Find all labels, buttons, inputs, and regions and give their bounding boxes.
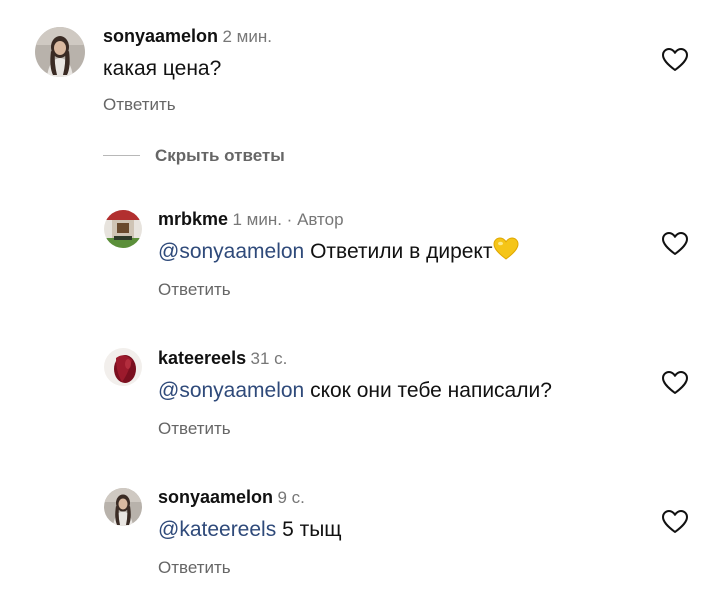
- hide-replies-button[interactable]: Скрыть ответы: [155, 145, 285, 167]
- avatar-image: [104, 348, 142, 386]
- comment-text: @sonyaamelon Ответили в директ: [158, 237, 519, 269]
- avatar-image: [104, 210, 142, 248]
- comment-text: @kateereels 5 тыщ: [158, 516, 342, 544]
- heart-icon[interactable]: [662, 510, 688, 534]
- heart-icon[interactable]: [662, 232, 688, 256]
- username[interactable]: kateereels: [158, 348, 246, 368]
- yellow-heart-emoji-icon: [493, 237, 519, 269]
- heart-icon[interactable]: [662, 371, 688, 395]
- username[interactable]: mrbkme: [158, 209, 228, 229]
- timestamp: 2 мин.: [222, 27, 272, 46]
- reply-button[interactable]: Ответить: [103, 94, 176, 116]
- avatar[interactable]: [104, 348, 142, 386]
- comment-header: sonyaamelon 9 с.: [158, 486, 305, 510]
- username[interactable]: sonyaamelon: [103, 26, 218, 46]
- mention-link[interactable]: @kateereels: [158, 518, 276, 541]
- reply-button[interactable]: Ответить: [158, 418, 231, 440]
- comment-body: скок они тебе написали?: [310, 379, 552, 402]
- avatar[interactable]: [35, 27, 85, 77]
- comment-header: mrbkme 1 мин. · Автор: [158, 208, 344, 232]
- comment-header: sonyaamelon 2 мин.: [103, 25, 272, 49]
- heart-icon[interactable]: [662, 48, 688, 72]
- comment-text: @sonyaamelon скок они тебе написали?: [158, 377, 552, 405]
- comment-body: какая цена?: [103, 57, 222, 80]
- timestamp: 9 с.: [277, 488, 305, 507]
- comment-text: какая цена?: [103, 55, 221, 83]
- mention-link[interactable]: @sonyaamelon: [158, 379, 304, 402]
- reply-button[interactable]: Ответить: [158, 279, 231, 301]
- reply-button[interactable]: Ответить: [158, 557, 231, 579]
- mention-link[interactable]: @sonyaamelon: [158, 240, 304, 263]
- comment-body: 5 тыщ: [282, 518, 342, 541]
- timestamp: 1 мин. · Автор: [232, 210, 344, 229]
- avatar-image: [104, 488, 142, 526]
- avatar[interactable]: [104, 210, 142, 248]
- avatar-image: [35, 27, 85, 77]
- avatar[interactable]: [104, 488, 142, 526]
- username[interactable]: sonyaamelon: [158, 487, 273, 507]
- thread-divider: [103, 155, 140, 156]
- comment-body: Ответили в директ: [310, 240, 493, 263]
- comment-header: kateereels 31 с.: [158, 347, 287, 371]
- timestamp: 31 с.: [250, 349, 288, 368]
